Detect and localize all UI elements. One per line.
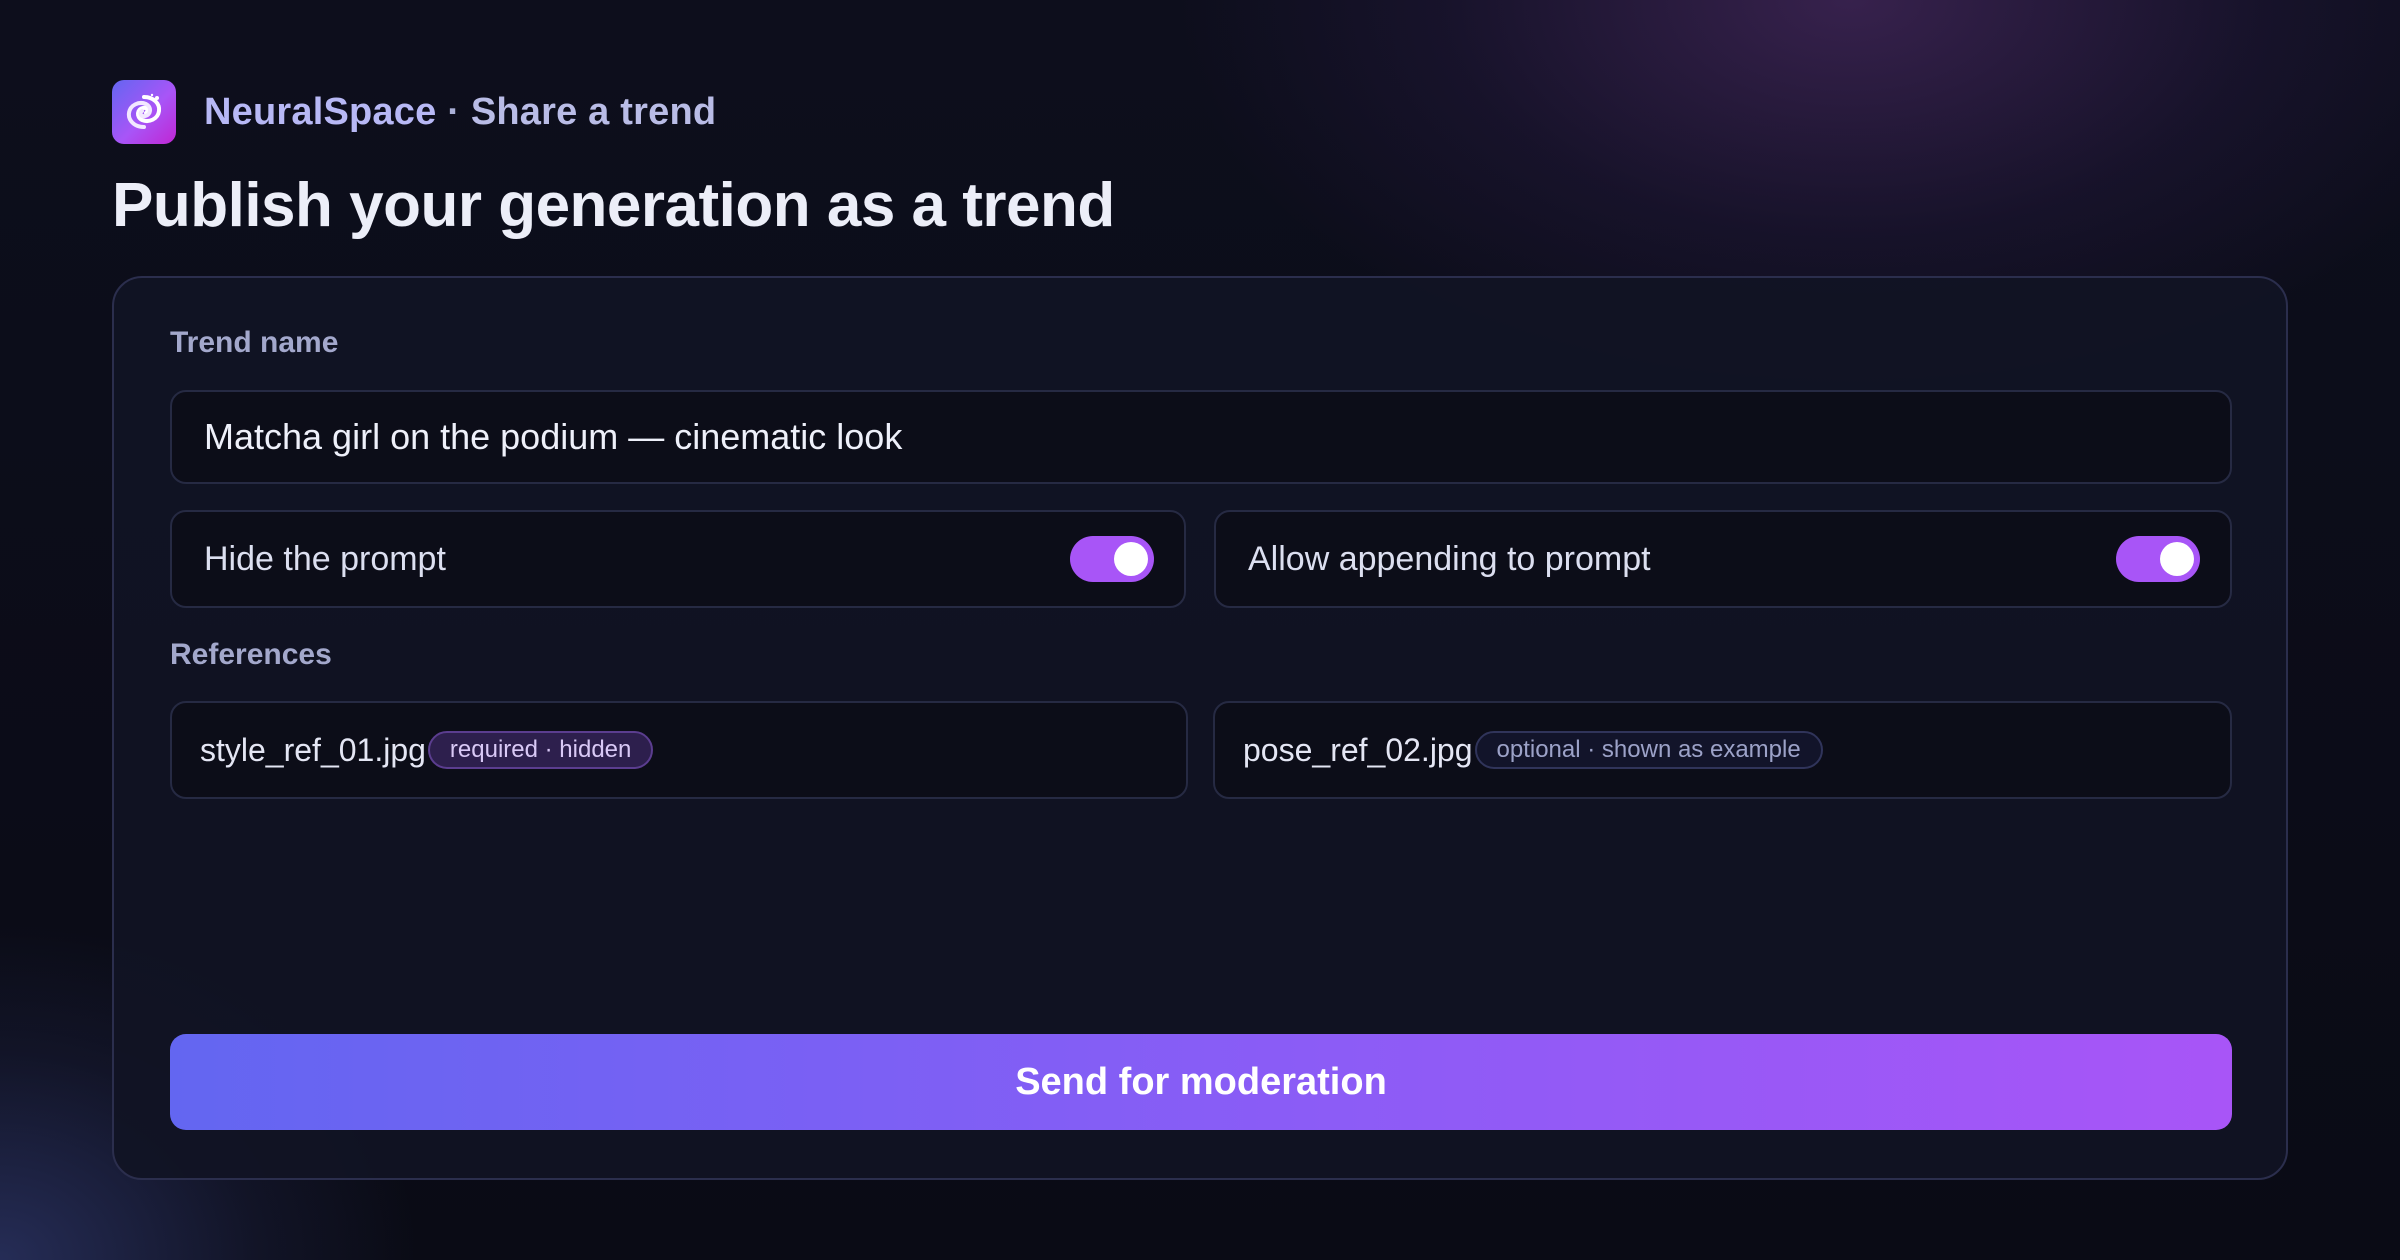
brand-name: NeuralSpace bbox=[204, 90, 437, 133]
reference-filename: pose_ref_02.jpg bbox=[1243, 731, 1473, 768]
allow-append-toggle-row[interactable]: Allow appending to prompt bbox=[1214, 510, 2232, 608]
references-label: References bbox=[170, 638, 332, 671]
trend-name-label: Trend name bbox=[170, 326, 339, 359]
allow-append-label: Allow appending to prompt bbox=[1248, 539, 1651, 578]
trend-name-input[interactable]: Matcha girl on the podium — cinematic lo… bbox=[170, 390, 2232, 484]
app-header: NeuralSpace · Share a trend bbox=[112, 80, 716, 144]
breadcrumb: NeuralSpace · Share a trend bbox=[204, 91, 716, 134]
galaxy-swirl-icon bbox=[112, 80, 176, 144]
breadcrumb-separator: · bbox=[436, 90, 471, 133]
reference-item[interactable]: pose_ref_02.jpg optional · shown as exam… bbox=[1213, 701, 2232, 799]
page-title: Publish your generation as a trend bbox=[112, 171, 1115, 240]
hide-prompt-switch[interactable] bbox=[1070, 536, 1154, 582]
hide-prompt-label: Hide the prompt bbox=[204, 539, 446, 578]
reference-item[interactable]: style_ref_01.jpg required · hidden bbox=[170, 701, 1188, 799]
switch-knob bbox=[1114, 542, 1148, 576]
switch-knob bbox=[2160, 542, 2194, 576]
hide-prompt-toggle-row[interactable]: Hide the prompt bbox=[170, 510, 1186, 608]
send-for-moderation-button[interactable]: Send for moderation bbox=[170, 1034, 2232, 1130]
reference-filename: style_ref_01.jpg bbox=[200, 731, 426, 768]
allow-append-switch[interactable] bbox=[2116, 536, 2200, 582]
section-name: Share a trend bbox=[470, 90, 717, 133]
reference-badge-optional: optional · shown as example bbox=[1474, 731, 1823, 769]
trend-form-card: Trend name Matcha girl on the podium — c… bbox=[112, 276, 2288, 1180]
reference-badge-required: required · hidden bbox=[427, 731, 654, 769]
